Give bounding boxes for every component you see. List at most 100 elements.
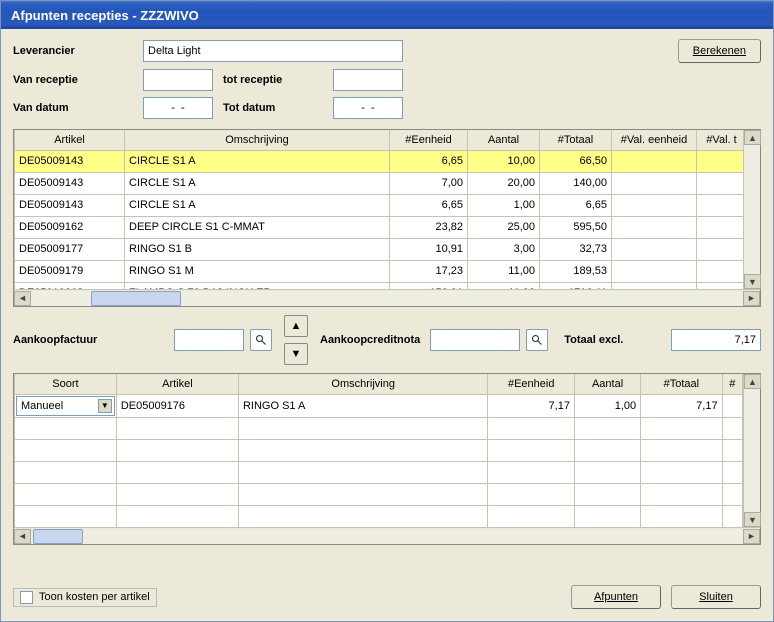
grid2-hscroll[interactable]: ◄ ► (14, 527, 760, 544)
scroll-down-icon[interactable]: ▼ (744, 512, 761, 527)
cell-val-eenheid (612, 282, 697, 289)
cell-val-eenheid (612, 260, 697, 282)
afpunten-button[interactable]: Afpunten (571, 585, 661, 609)
move-arrows: ▲ ▼ (284, 315, 308, 365)
grid1-hscroll[interactable]: ◄ ► (14, 289, 760, 306)
table-row[interactable]: DE05009179RINGO S1 M17,2311,00189,53 (15, 260, 744, 282)
cell-eenheid: 7,00 (390, 172, 468, 194)
move-up-button[interactable]: ▲ (284, 315, 308, 337)
hscroll-track[interactable] (31, 529, 743, 544)
cell-aantal: 11,00 (468, 282, 540, 289)
middle-controls: Aankoopfactuur ▲ ▼ Aankoopcreditnota Tot… (13, 315, 761, 365)
aankoopfactuur-lookup-button[interactable] (250, 329, 272, 351)
table-row[interactable]: DE05010068FLAMBO S 70 D18 INOX EP156,011… (15, 282, 744, 289)
table-row[interactable]: DE05009162DEEP CIRCLE S1 C-MMAT23,8225,0… (15, 216, 744, 238)
cell-totaal: 140,00 (540, 172, 612, 194)
vscroll-track[interactable] (744, 145, 760, 274)
table-row[interactable]: DE05009143CIRCLE S1 A7,0020,00140,00 (15, 172, 744, 194)
leverancier-input[interactable] (143, 40, 403, 62)
cell-totaal: 6,65 (540, 194, 612, 216)
scroll-left-icon[interactable]: ◄ (14, 529, 31, 544)
hscroll-track[interactable] (31, 291, 743, 306)
filter-row-3: Van datum Tot datum (13, 97, 761, 119)
content-area: Leverancier Berekenen Van receptie tot r… (1, 29, 773, 621)
col2-eenheid[interactable]: #Eenheid (488, 374, 575, 394)
grid2-vscroll[interactable]: ▲ ▼ (743, 374, 760, 527)
receptions-grid[interactable]: Artikel Omschrijving #Eenheid Aantal #To… (13, 129, 761, 307)
scroll-up-icon[interactable]: ▲ (744, 374, 761, 389)
col-val-t[interactable]: #Val. t (697, 130, 744, 150)
col2-omschrijving[interactable]: Omschrijving (238, 374, 487, 394)
table-row[interactable] (15, 461, 743, 483)
scroll-down-icon[interactable]: ▼ (744, 274, 761, 289)
table-row[interactable]: DE05009177RINGO S1 B10,913,0032,73 (15, 238, 744, 260)
aankoopcreditnota-input[interactable] (430, 329, 520, 351)
table-row[interactable] (15, 417, 743, 439)
table-row[interactable] (15, 505, 743, 527)
cell-omschrijving: RINGO S1 M (125, 260, 390, 282)
cell-val-t (697, 194, 744, 216)
cell-artikel: DE05009179 (15, 260, 125, 282)
table-row[interactable]: Manueel▼DE05009176RINGO S1 A7,171,007,17 (15, 394, 743, 417)
cell-aantal: 3,00 (468, 238, 540, 260)
scroll-right-icon[interactable]: ► (743, 291, 760, 306)
scroll-up-icon[interactable]: ▲ (744, 130, 761, 145)
cell-val-eenheid (612, 150, 697, 172)
aankoopcreditnota-lookup-button[interactable] (526, 329, 548, 351)
filter-row-1: Leverancier Berekenen (13, 39, 761, 63)
col2-artikel[interactable]: Artikel (116, 374, 238, 394)
checkbox-icon[interactable] (20, 591, 33, 604)
tot-receptie-input[interactable] (333, 69, 403, 91)
col-eenheid[interactable]: #Eenheid (390, 130, 468, 150)
cell-eenheid: 23,82 (390, 216, 468, 238)
cell-artikel: DE05010068 (15, 282, 125, 289)
vscroll-track[interactable] (744, 389, 760, 512)
hscroll-thumb[interactable] (91, 291, 181, 306)
aankoopfactuur-label: Aankoopfactuur (13, 334, 168, 346)
table-row[interactable] (15, 483, 743, 505)
col2-extra[interactable]: # (722, 374, 742, 394)
table-row[interactable]: DE05009143CIRCLE S1 A6,651,006,65 (15, 194, 744, 216)
cell-totaal: 1716,11 (540, 282, 612, 289)
grid1-vscroll[interactable]: ▲ ▼ (743, 130, 760, 289)
filter-row-2: Van receptie tot receptie (13, 69, 761, 91)
col-aantal[interactable]: Aantal (468, 130, 540, 150)
hscroll-thumb[interactable] (33, 529, 83, 544)
lines-grid[interactable]: Soort Artikel Omschrijving #Eenheid Aant… (13, 373, 761, 545)
cell-aantal: 10,00 (468, 150, 540, 172)
move-down-button[interactable]: ▼ (284, 343, 308, 365)
scroll-left-icon[interactable]: ◄ (14, 291, 31, 306)
table-row[interactable] (15, 439, 743, 461)
cell-val-t (697, 238, 744, 260)
cell-totaal: 189,53 (540, 260, 612, 282)
toon-kosten-label: Toon kosten per artikel (39, 591, 150, 603)
cell-eenheid: 6,65 (390, 194, 468, 216)
col2-aantal[interactable]: Aantal (574, 374, 640, 394)
col2-soort[interactable]: Soort (15, 374, 117, 394)
cell-aantal: 1,00 (468, 194, 540, 216)
tot-datum-input[interactable] (333, 97, 403, 119)
cell-eenheid: 17,23 (390, 260, 468, 282)
aankoopfactuur-input[interactable] (174, 329, 244, 351)
cell-omschrijving: RINGO S1 B (125, 238, 390, 260)
search-icon (255, 334, 267, 346)
tot-datum-label: Tot datum (223, 102, 333, 114)
cell-omschrijving: DEEP CIRCLE S1 C-MMAT (125, 216, 390, 238)
soort-select[interactable]: Manueel▼ (16, 396, 115, 416)
lines-header-row: Soort Artikel Omschrijving #Eenheid Aant… (15, 374, 743, 394)
toon-kosten-checkbox-wrap[interactable]: Toon kosten per artikel (13, 588, 157, 607)
van-receptie-input[interactable] (143, 69, 213, 91)
table-row[interactable]: DE05009143CIRCLE S1 A6,6510,0066,50 (15, 150, 744, 172)
col-totaal[interactable]: #Totaal (540, 130, 612, 150)
cell-val-t (697, 216, 744, 238)
cell-artikel: DE05009143 (15, 172, 125, 194)
van-datum-input[interactable] (143, 97, 213, 119)
col-omschrijving[interactable]: Omschrijving (125, 130, 390, 150)
col2-totaal[interactable]: #Totaal (641, 374, 722, 394)
sluiten-button[interactable]: Sluiten (671, 585, 761, 609)
berekenen-button[interactable]: Berekenen (678, 39, 761, 63)
scroll-right-icon[interactable]: ► (743, 529, 760, 544)
col-val-eenheid[interactable]: #Val. eenheid (612, 130, 697, 150)
cell-aantal: 20,00 (468, 172, 540, 194)
col-artikel[interactable]: Artikel (15, 130, 125, 150)
